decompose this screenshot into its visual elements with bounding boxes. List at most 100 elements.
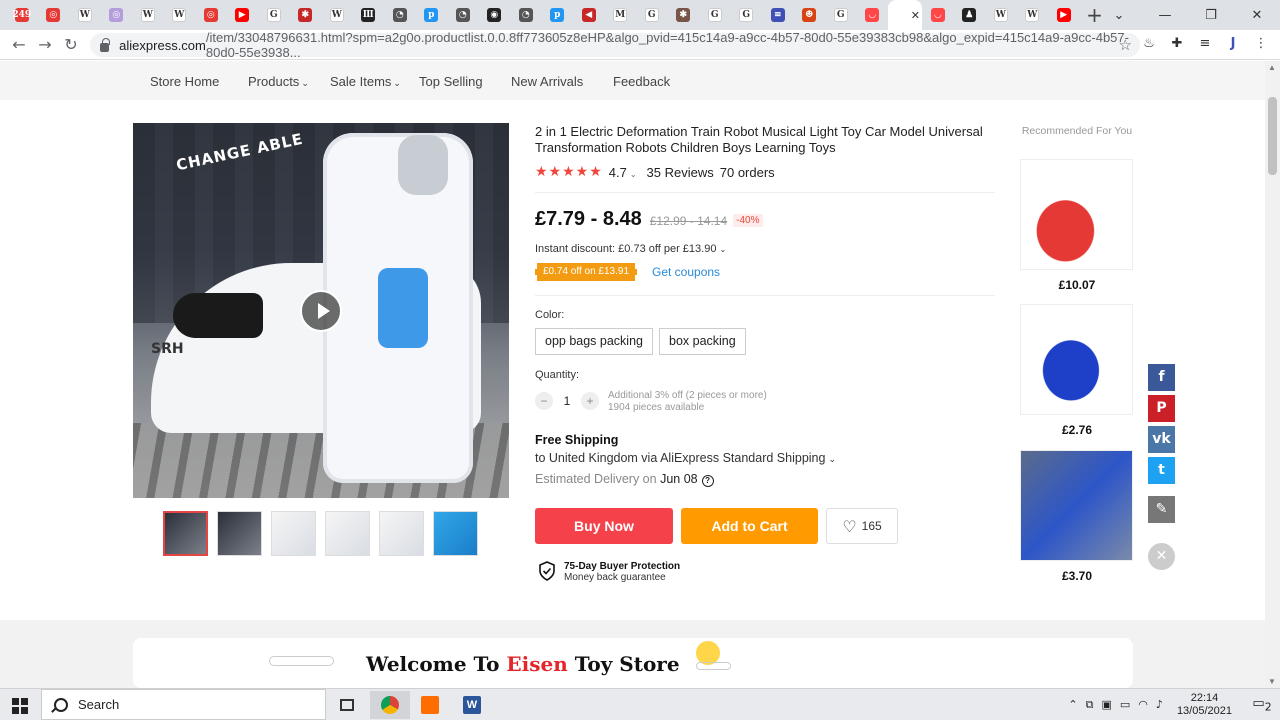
thumbnail-1[interactable] [163,511,208,556]
facebook-icon[interactable]: f [1148,364,1175,391]
word-icon[interactable]: W [452,691,492,719]
minimize-icon[interactable]: — [1142,8,1188,23]
pinterest-icon[interactable]: P [1148,395,1175,422]
browser-tab[interactable]: W [69,0,101,30]
browser-tab[interactable]: ✱ [290,0,322,30]
thumbnail-3[interactable] [271,511,316,556]
option-box-packing[interactable]: box packing [659,328,746,355]
instant-discount[interactable]: Instant discount: £0.73 off per £13.90 ⌄ [535,243,726,255]
browser-tab[interactable]: ◔ [384,0,416,30]
quantity-value[interactable]: 1 [553,394,581,408]
battery-icon[interactable]: ▭ [1120,698,1130,712]
browser-tab[interactable]: W [321,0,353,30]
nav-top-selling[interactable]: Top Selling [419,74,483,89]
browser-tab[interactable]: p [416,0,448,30]
browser-tab[interactable]: G [636,0,668,30]
vk-icon[interactable]: vk [1148,426,1175,453]
tray-app-icon[interactable]: ▣ [1101,698,1111,712]
close-tab-icon[interactable]: ✕ [911,9,920,22]
browser-tab[interactable]: ☻ [794,0,826,30]
wishlist-button[interactable]: ♡ 165 [826,508,898,544]
browser-tab[interactable]: ◔ [447,0,479,30]
extension-flame-icon[interactable]: ♨ [1140,34,1158,52]
recommended-item-2-price[interactable]: £2.76 [1020,423,1134,437]
browser-tab[interactable]: ◎ [38,0,70,30]
nav-products[interactable]: Products ⌄ [248,74,309,89]
recommended-item-2-image[interactable] [1020,304,1133,415]
scrollbar-thumb[interactable] [1268,97,1277,175]
windows-start-icon[interactable] [12,698,28,714]
add-to-cart-button[interactable]: Add to Cart [681,508,818,544]
recommended-item-3-image[interactable] [1020,450,1133,561]
browser-tab[interactable]: p [542,0,574,30]
browser-tab[interactable]: Ⅲ [353,0,385,30]
coupon-badge[interactable]: £0.74 off on £13.91 [535,263,638,281]
browser-tab[interactable]: G [699,0,731,30]
reload-icon[interactable]: ↻ [58,35,84,54]
get-coupons-link[interactable]: Get coupons [652,265,720,279]
browser-tab[interactable]: ▶ [1048,0,1080,30]
forward-icon[interactable]: → [32,35,58,54]
browser-tab[interactable]: W [164,0,196,30]
twitter-icon[interactable]: t [1148,457,1175,484]
browser-tab[interactable]: ▶ [227,0,259,30]
edit-icon[interactable]: ✎ [1148,496,1175,523]
tray-app-icon[interactable]: ⧉ [1086,698,1094,712]
extensions-puzzle-icon[interactable]: ✚ [1168,34,1186,52]
browser-tab[interactable]: ◡ [857,0,889,30]
browser-tab[interactable]: ♟ [954,0,986,30]
reading-list-icon[interactable]: ≡ [1196,34,1214,52]
chrome-icon[interactable] [370,691,410,719]
notification-icon[interactable]: ▭2 [1244,696,1280,714]
browser-tab[interactable]: ◡ [922,0,954,30]
browser-tab[interactable]: G [825,0,857,30]
quantity-minus-button[interactable]: − [535,392,553,410]
rating-value[interactable]: 4.7 ⌄ [609,165,637,180]
app-orange-icon[interactable] [410,691,450,719]
recommended-item-3-price[interactable]: £3.70 [1020,569,1134,583]
browser-tab[interactable]: ◉ [479,0,511,30]
browser-tab[interactable]: 249 [6,0,38,30]
page-scrollbar[interactable]: ▲ ▼ [1265,61,1280,688]
buy-now-button[interactable]: Buy Now [535,508,673,544]
browser-tab[interactable]: ◀ [573,0,605,30]
scroll-down-icon[interactable]: ▼ [1268,677,1276,686]
back-icon[interactable]: ← [6,35,32,54]
thumbnail-4[interactable] [325,511,370,556]
menu-dots-icon[interactable]: ⋮ [1252,34,1270,52]
close-icon[interactable]: ✕ [1234,8,1280,23]
nav-sale-items[interactable]: Sale Items ⌄ [330,74,401,89]
browser-tab[interactable]: ◎ [195,0,227,30]
scroll-up-icon[interactable]: ▲ [1268,63,1276,72]
bookmark-star-icon[interactable]: ☆ [1119,36,1132,54]
recommended-item-1-price[interactable]: £10.07 [1020,278,1134,292]
profile-icon[interactable]: J [1224,34,1242,52]
url-field[interactable]: aliexpress.com /item/33048796631.html?sp… [90,30,1140,60]
browser-tab[interactable]: ◎ [101,0,133,30]
nav-new-arrivals[interactable]: New Arrivals [511,74,583,89]
recommended-item-1-image[interactable] [1020,159,1133,270]
chevron-up-icon[interactable]: ⌃ [1068,698,1077,712]
browser-tab[interactable]: W [132,0,164,30]
shipping-detail[interactable]: to United Kingdom via AliExpress Standar… [535,451,836,465]
volume-icon[interactable]: ♪ [1156,698,1163,712]
clock[interactable]: 22:14 13/05/2021 [1177,692,1232,718]
browser-tab-active[interactable]: ✕ [888,0,922,30]
browser-tab[interactable]: ≡ [762,0,794,30]
tab-search-icon[interactable]: ⌄ [1096,8,1142,23]
video-play-button[interactable] [300,290,342,332]
nav-feedback[interactable]: Feedback [613,74,670,89]
maximize-icon[interactable]: ❐ [1188,8,1234,23]
quantity-plus-button[interactable]: + [581,392,599,410]
browser-tab[interactable]: M [605,0,637,30]
browser-tab[interactable]: G [258,0,290,30]
browser-tab[interactable]: G [731,0,763,30]
browser-tab[interactable]: ◔ [510,0,542,30]
reviews-link[interactable]: 35 Reviews [647,165,714,180]
help-icon[interactable]: ? [701,475,714,487]
browser-tab[interactable]: W [985,0,1017,30]
option-opp-bags[interactable]: opp bags packing [535,328,653,355]
thumbnail-6[interactable] [433,511,478,556]
close-share-icon[interactable]: ✕ [1148,543,1175,570]
thumbnail-2[interactable] [217,511,262,556]
